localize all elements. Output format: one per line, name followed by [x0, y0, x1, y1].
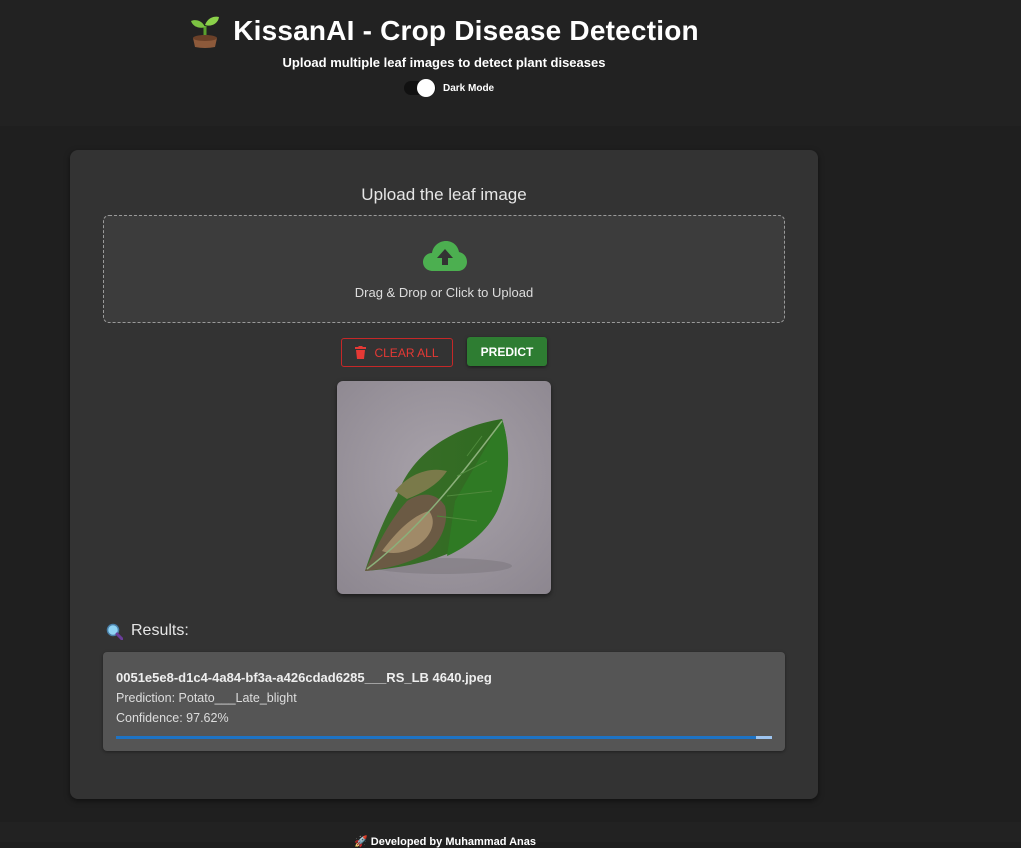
- clear-all-label: CLEAR ALL: [374, 345, 439, 360]
- predict-button[interactable]: PREDICT: [467, 337, 547, 366]
- result-filename: 0051e5e8-d1c4-4a84-bf3a-a426cdad6285___R…: [116, 670, 492, 685]
- app-header: KissanAI - Crop Disease Detection Upload…: [0, 0, 1021, 126]
- cloud-upload-icon: [423, 241, 467, 271]
- upload-dropzone[interactable]: Drag & Drop or Click to Upload: [103, 215, 785, 323]
- result-prediction: Prediction: Potato___Late_blight: [116, 691, 297, 705]
- leaf-photo: [337, 381, 551, 594]
- page-subtitle: Upload multiple leaf images to detect pl…: [282, 55, 606, 70]
- confidence-progress-fill: [116, 736, 757, 739]
- trash-icon: [355, 346, 367, 359]
- page-title: KissanAI - Crop Disease Detection: [233, 15, 699, 46]
- dropzone-text: Drag & Drop or Click to Upload: [354, 285, 534, 300]
- upload-heading: Upload the leaf image: [361, 185, 527, 204]
- toggle-knob: [417, 79, 435, 97]
- magnifier-icon: [106, 623, 123, 640]
- page-footer: 🚀 Developed by Muhammad Anas: [0, 822, 1021, 848]
- result-confidence: Confidence: 97.62%: [116, 711, 229, 725]
- dark-mode-toggle-row: Dark Mode: [404, 79, 495, 97]
- leaf-image-preview: [337, 381, 551, 594]
- dark-mode-toggle[interactable]: [404, 79, 436, 97]
- upload-card: Upload the leaf image Drag & Drop or Cli…: [70, 150, 818, 799]
- title-row: KissanAI - Crop Disease Detection: [0, 14, 888, 48]
- dark-mode-label: Dark Mode: [443, 82, 495, 94]
- confidence-progress-bar: [116, 736, 772, 739]
- results-heading-text: Results:: [131, 622, 189, 639]
- result-item: 0051e5e8-d1c4-4a84-bf3a-a426cdad6285___R…: [103, 652, 785, 751]
- sprout-icon: [191, 16, 220, 48]
- results-heading: Results:: [106, 622, 189, 640]
- clear-all-button[interactable]: CLEAR ALL: [341, 338, 453, 367]
